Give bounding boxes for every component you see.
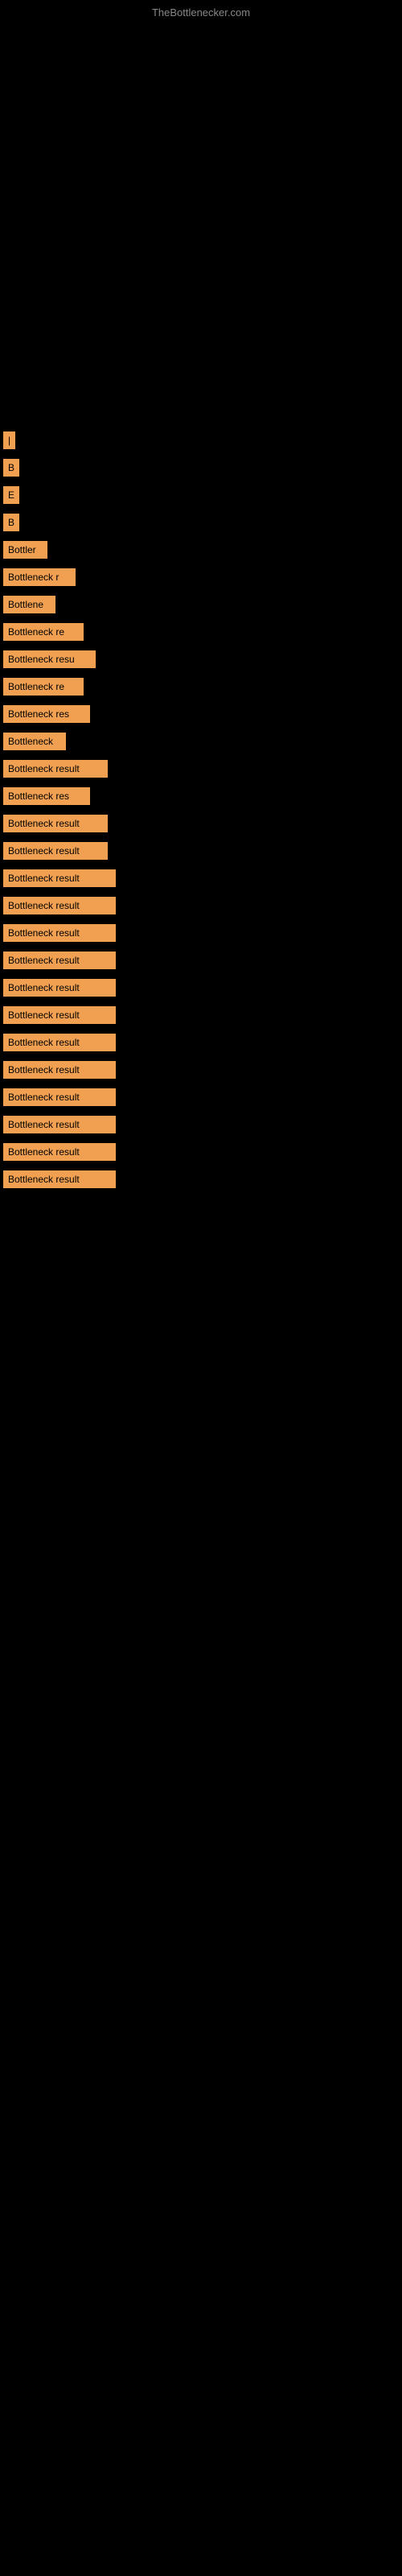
item-label: Bottleneck result	[3, 1116, 116, 1133]
list-item: Bottleneck result	[0, 947, 402, 974]
list-item: |	[0, 427, 402, 454]
item-label: Bottleneck result	[3, 979, 116, 997]
list-item: Bottleneck result	[0, 919, 402, 947]
list-item: Bottleneck result	[0, 892, 402, 919]
list-item: Bottleneck result	[0, 1138, 402, 1166]
item-label: Bottleneck result	[3, 1170, 116, 1188]
item-label: Bottleneck res	[3, 787, 90, 805]
item-label: Bottleneck	[3, 733, 66, 750]
item-label: Bottleneck resu	[3, 650, 96, 668]
item-label: Bottlene	[3, 596, 55, 613]
list-item: Bottleneck resu	[0, 646, 402, 673]
list-item: Bottlene	[0, 591, 402, 618]
item-label: Bottleneck result	[3, 842, 108, 860]
item-label: B	[3, 459, 19, 477]
list-item: Bottleneck result	[0, 974, 402, 1001]
list-item: B	[0, 509, 402, 536]
list-item: Bottleneck result	[0, 755, 402, 782]
list-item: Bottleneck result	[0, 837, 402, 865]
item-label: Bottleneck result	[3, 1006, 116, 1024]
site-title: TheBottlenecker.com	[152, 6, 250, 19]
item-label: E	[3, 486, 19, 504]
item-label: Bottleneck result	[3, 897, 116, 914]
list-item: B	[0, 454, 402, 481]
list-item: Bottleneck result	[0, 1029, 402, 1056]
item-label: Bottleneck res	[3, 705, 90, 723]
item-label: Bottleneck result	[3, 1088, 116, 1106]
list-item: Bottleneck res	[0, 782, 402, 810]
list-item: Bottleneck result	[0, 1166, 402, 1193]
items-container: | BEB Bottler Bottleneck r Bottlene Bottlenec…	[0, 427, 402, 1193]
list-item: Bottleneck result	[0, 1056, 402, 1084]
list-item: Bottleneck	[0, 728, 402, 755]
item-label: Bottleneck result	[3, 924, 116, 942]
item-label: Bottleneck re	[3, 678, 84, 696]
item-label: Bottleneck result	[3, 1061, 116, 1079]
item-label: Bottleneck result	[3, 952, 116, 969]
item-label: Bottleneck result	[3, 760, 108, 778]
item-label: B	[3, 514, 19, 531]
item-label: Bottleneck result	[3, 869, 116, 887]
item-label: Bottleneck r	[3, 568, 76, 586]
item-label: Bottleneck re	[3, 623, 84, 641]
list-item: Bottler	[0, 536, 402, 564]
list-item: Bottleneck res	[0, 700, 402, 728]
list-item: Bottleneck result	[0, 1001, 402, 1029]
list-item: E	[0, 481, 402, 509]
item-label: Bottleneck result	[3, 815, 108, 832]
list-item: Bottleneck result	[0, 1084, 402, 1111]
list-item: Bottleneck result	[0, 865, 402, 892]
item-label: Bottler	[3, 541, 47, 559]
item-label: Bottleneck result	[3, 1034, 116, 1051]
list-item: Bottleneck re	[0, 618, 402, 646]
list-item: Bottleneck result	[0, 1111, 402, 1138]
list-item: Bottleneck r	[0, 564, 402, 591]
item-label: |	[3, 431, 15, 449]
item-label: Bottleneck result	[3, 1143, 116, 1161]
list-item: Bottleneck re	[0, 673, 402, 700]
list-item: Bottleneck result	[0, 810, 402, 837]
